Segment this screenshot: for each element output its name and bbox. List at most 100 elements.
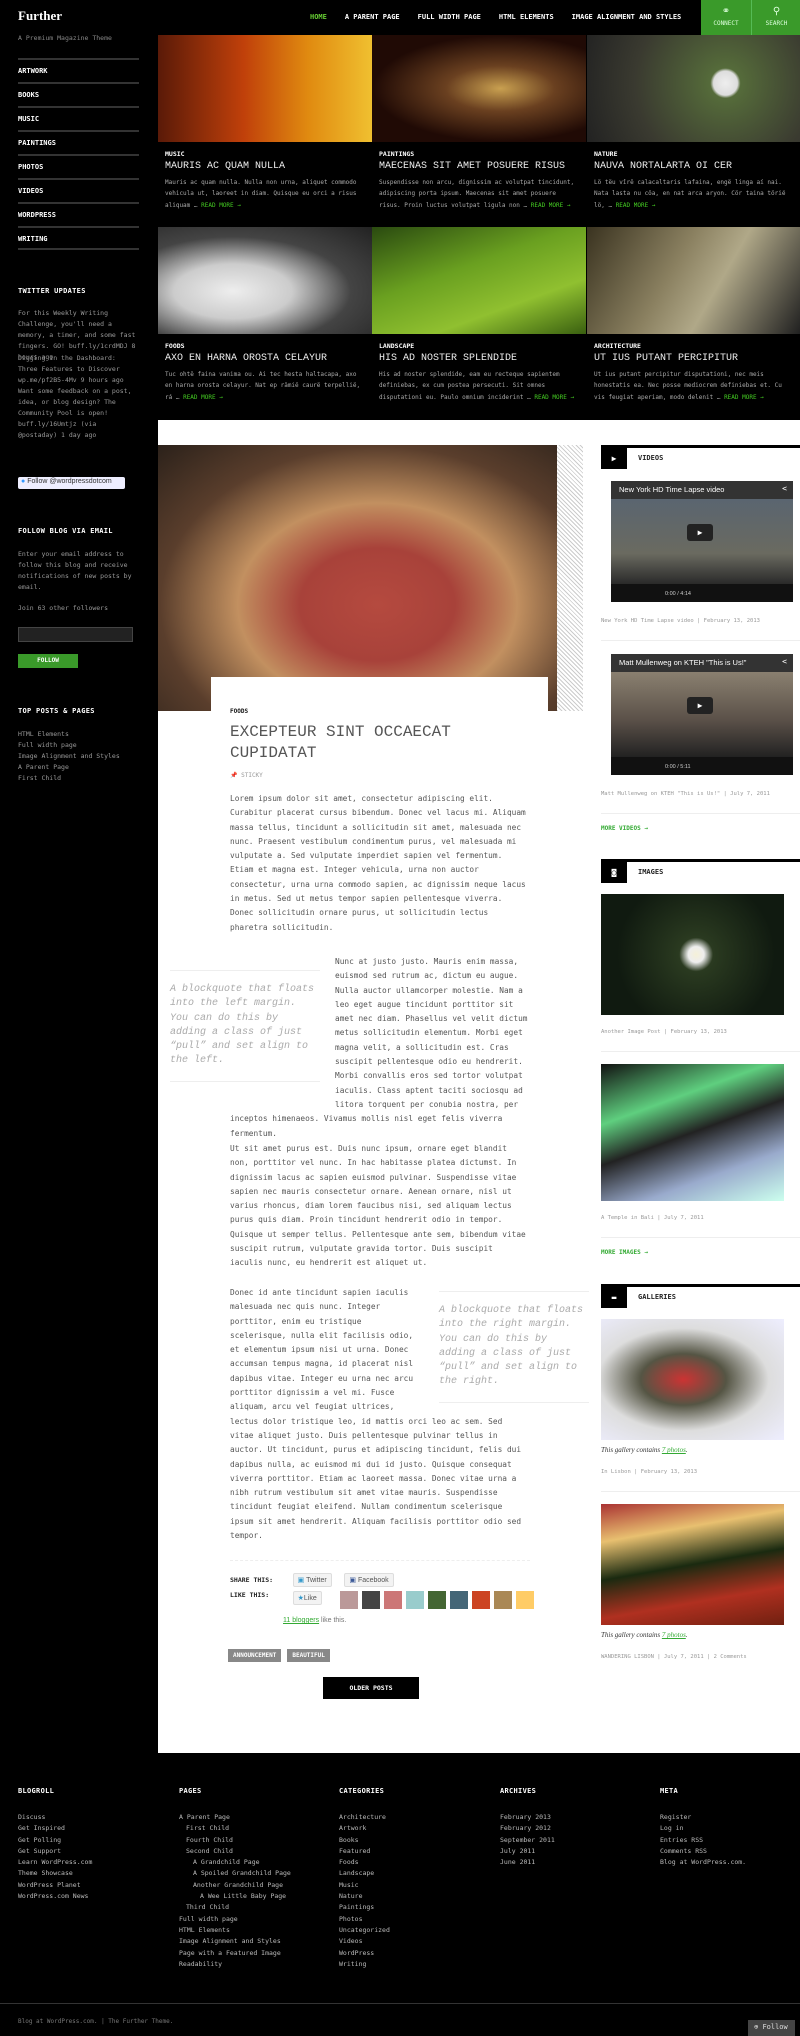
card-title[interactable]: UT IUS PUTANT PERCIPITUR [594,353,738,364]
footer-link[interactable]: A Spoiled Grandchild Page [179,1868,291,1879]
footer-link[interactable]: Register [660,1812,746,1823]
tag-link[interactable]: BEAUTIFUL [287,1649,330,1662]
footer-link[interactable]: Photos [339,1914,390,1925]
footer-link[interactable]: Fourth Child [179,1835,291,1846]
avatar[interactable] [428,1591,447,1609]
menu-item[interactable]: PHOTOS [18,154,139,178]
footer-link[interactable]: Entries RSS [660,1835,746,1846]
footer-link[interactable]: Landscape [339,1868,390,1879]
footer-link[interactable]: Comments RSS [660,1846,746,1857]
nav-parent-page[interactable]: A PARENT PAGE [345,13,400,21]
menu-item[interactable]: MUSIC [18,106,139,130]
footer-link[interactable]: Get Inspired [18,1823,92,1834]
footer-link[interactable]: September 2011 [500,1835,555,1846]
footer-link[interactable]: Videos [339,1936,390,1947]
footer-link[interactable]: Image Alignment and Styles [179,1936,291,1947]
share-twitter-button[interactable]: ▣ Twitter [292,1573,332,1587]
footer-link[interactable]: Writing [339,1959,390,1970]
footer-link[interactable]: Nature [339,1891,390,1902]
card-title[interactable]: MAECENAS SIT AMET POSUERE RISUS [379,161,565,172]
tag-link[interactable]: ANNOUNCEMENT [228,1649,282,1662]
menu-item[interactable]: PAINTINGS [18,130,139,154]
card-title[interactable]: AXO EN HARNA OROSTA CELAYUR [165,353,327,364]
featured-card[interactable]: NATURE NAUVA NORTALARTA OI CER Lö tëu vîrë… [587,35,800,227]
menu-item[interactable]: ARTWORK [18,58,139,82]
featured-card[interactable]: LANDSCAPE HIS AD NOSTER SPLENDIDE His ad n… [372,227,586,419]
photos-link[interactable]: 7 photos [662,1446,686,1454]
twitter-follow-button[interactable]: ● Follow @wordpressdotcom [18,477,125,489]
card-title[interactable]: HIS AD NOSTER SPLENDIDE [379,353,517,364]
featured-card[interactable]: FOODS AXO EN HARNA OROSTA CELAYUR Tuc ohtë… [158,227,372,419]
footer-link[interactable]: Foods [339,1857,390,1868]
share-facebook-button[interactable]: ▣ Facebook [344,1573,394,1587]
follow-button[interactable]: FOLLOW [18,654,78,668]
gallery-thumbnail[interactable] [601,1504,784,1625]
share-icon[interactable]: < [782,657,787,666]
footer-link[interactable]: Learn WordPress.com [18,1857,92,1868]
read-more-link[interactable]: READ MORE → [183,394,223,401]
footer-link[interactable]: Full width page [179,1914,291,1925]
top-post-link[interactable]: Image Alignment and Styles [18,751,120,762]
footer-link[interactable]: WordPress.com News [18,1891,92,1902]
play-button[interactable]: ▶ [687,697,713,714]
footer-link[interactable]: Theme Showcase [18,1868,92,1879]
email-input[interactable] [18,627,133,642]
menu-item[interactable]: VIDEOS [18,178,139,202]
featured-card[interactable]: PAINTINGS MAECENAS SIT AMET POSUERE RISUS… [372,35,586,227]
gallery-thumbnail[interactable] [601,1319,784,1440]
more-images-link[interactable]: MORE IMAGES → [601,1249,648,1256]
footer-link[interactable]: A Wee Little Baby Page [179,1891,291,1902]
top-post-link[interactable]: Full width page [18,740,120,751]
footer-link[interactable]: Featured [339,1846,390,1857]
video-player[interactable]: Matt Mullenweg on KTEH "This is Us!" < ▶ 0:… [611,654,793,775]
avatar[interactable] [362,1591,381,1609]
footer-link[interactable]: Get Support [18,1846,92,1857]
footer-link[interactable]: Page with a Featured Image [179,1948,291,1959]
footer-link[interactable]: June 2011 [500,1857,555,1868]
footer-link[interactable]: Paintings [339,1902,390,1913]
like-button[interactable]: ★Like [292,1591,322,1605]
footer-link[interactable]: February 2013 [500,1812,555,1823]
avatar[interactable] [516,1591,535,1609]
footer-link[interactable]: HTML Elements [179,1925,291,1936]
top-post-link[interactable]: HTML Elements [18,729,120,740]
featured-card[interactable]: ARCHITECTURE UT IUS PUTANT PERCIPITUR Ut i… [587,227,800,419]
footer-link[interactable]: Readability [179,1959,291,1970]
read-more-link[interactable]: READ MORE → [534,394,574,401]
footer-link[interactable]: Architecture [339,1812,390,1823]
avatar[interactable] [450,1591,469,1609]
top-post-link[interactable]: First Child [18,773,120,784]
photos-link[interactable]: 7 photos [662,1631,686,1639]
image-thumbnail[interactable] [601,1064,784,1201]
card-title[interactable]: NAUVA NORTALARTA OI CER [594,161,732,172]
footer-link[interactable]: Discuss [18,1812,92,1823]
post-featured-image[interactable] [158,445,557,711]
read-more-link[interactable]: READ MORE → [616,202,656,209]
post-category[interactable]: FOODS [230,708,248,715]
footer-link[interactable]: Blog at WordPress.com. [660,1857,746,1868]
avatar[interactable] [472,1591,491,1609]
footer-link[interactable]: Third Child [179,1902,291,1913]
share-icon[interactable]: < [782,484,787,493]
older-posts-button[interactable]: OLDER POSTS [323,1677,419,1699]
footer-link[interactable]: A Grandchild Page [179,1857,291,1868]
footer-link[interactable]: WordPress [339,1948,390,1959]
nav-full-width[interactable]: FULL WIDTH PAGE [418,13,481,21]
footer-link[interactable]: Artwork [339,1823,390,1834]
top-post-link[interactable]: A Parent Page [18,762,120,773]
menu-item[interactable]: WORDPRESS [18,202,139,226]
footer-link[interactable]: First Child [179,1823,291,1834]
footer-link[interactable]: Get Polling [18,1835,92,1846]
avatar[interactable] [406,1591,425,1609]
follow-bar-button[interactable]: ⊕ Follow [748,2020,795,2036]
footer-link[interactable]: Books [339,1835,390,1846]
search-button[interactable]: ⚲ SEARCH [751,0,800,35]
video-player[interactable]: New York HD Time Lapse video < ▶ 0:00 / 4:1… [611,481,793,602]
footer-link[interactable]: Second Child [179,1846,291,1857]
nav-image-alignment[interactable]: IMAGE ALIGNMENT AND STYLES [572,13,682,21]
nav-html-elements[interactable]: HTML ELEMENTS [499,13,554,21]
footer-link[interactable]: July 2011 [500,1846,555,1857]
footer-link[interactable]: A Parent Page [179,1812,291,1823]
avatar[interactable] [340,1591,359,1609]
menu-item[interactable]: WRITING [18,226,139,250]
